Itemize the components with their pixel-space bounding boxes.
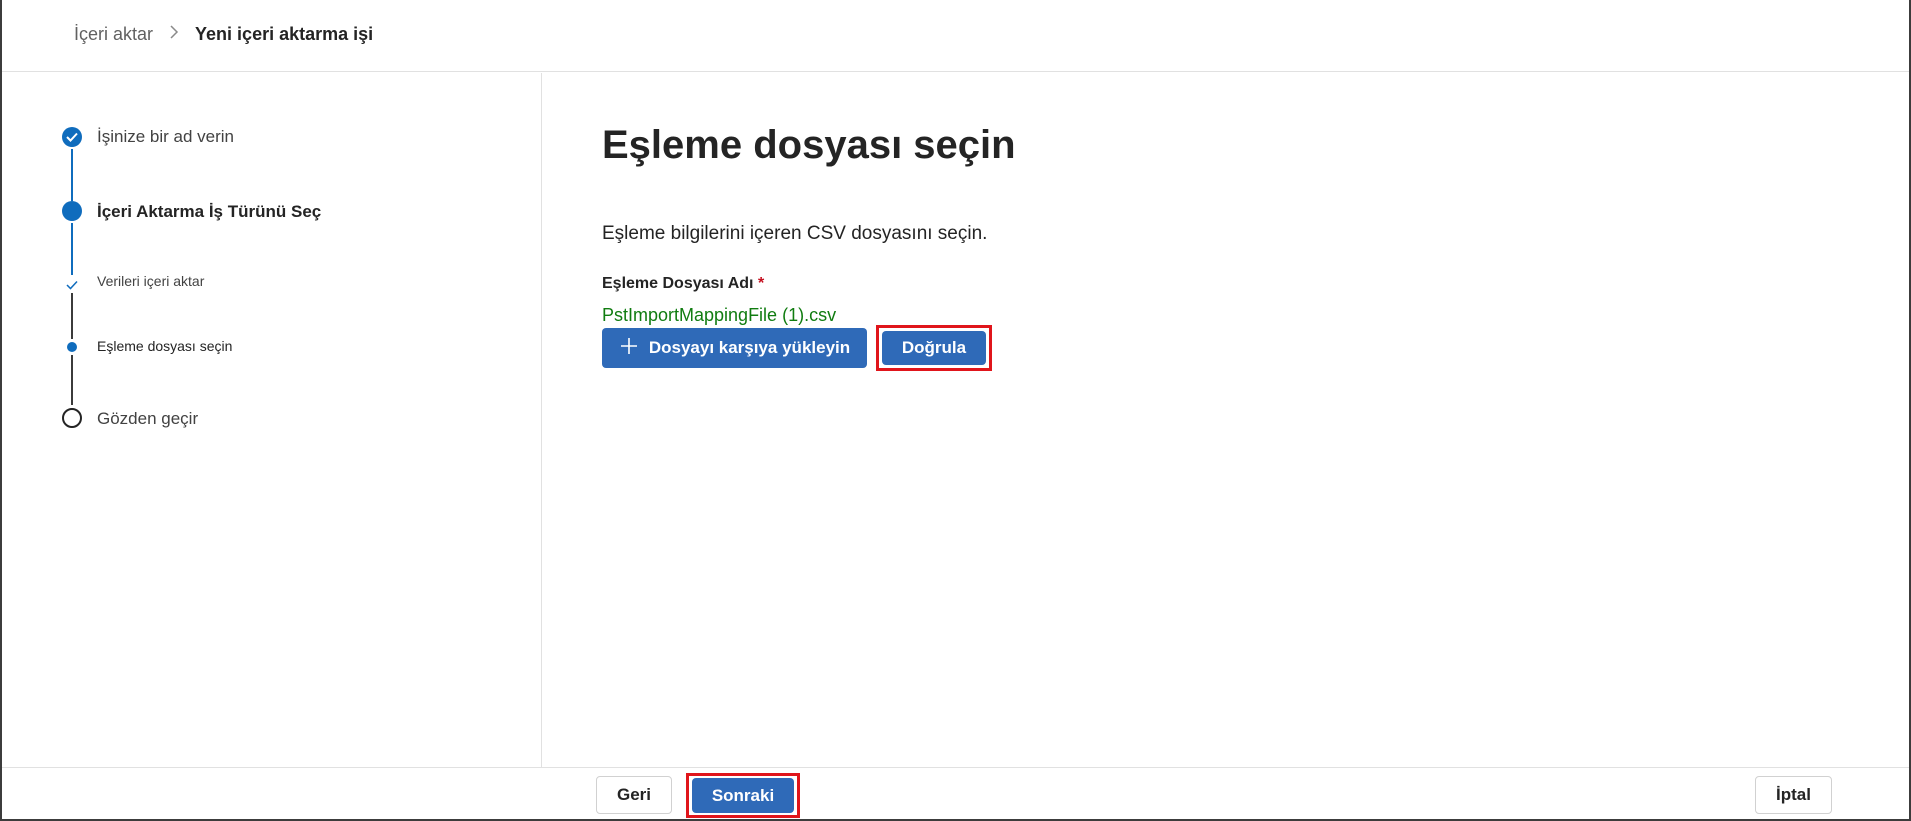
breadcrumb-import-link[interactable]: İçeri aktar xyxy=(74,24,153,45)
breadcrumb-current: Yeni içeri aktarma işi xyxy=(195,24,374,44)
next-button[interactable]: Sonraki xyxy=(692,778,794,813)
page-description: Eşleme bilgilerini içeren CSV dosyasını … xyxy=(602,223,988,244)
step-completed-check-icon xyxy=(62,127,82,147)
page-header: İçeri aktar Yeni içeri aktarma işi xyxy=(2,0,1909,72)
upload-file-button[interactable]: Dosyayı karşıya yükleyin xyxy=(602,328,867,368)
wizard-footer: Geri Sonraki İptal xyxy=(2,767,1909,819)
step-pending-circle-icon xyxy=(62,408,82,428)
validate-button[interactable]: Doğrula xyxy=(882,331,986,365)
wizard-stepper: İşinize bir ad verin İçeri Aktarma İş Tü… xyxy=(2,73,542,767)
step-label-review[interactable]: Gözden geçir xyxy=(97,409,198,429)
field-label-text: Eşleme Dosyası Adı xyxy=(602,275,754,292)
mapping-file-field-label: Eşleme Dosyası Adı * xyxy=(602,275,764,293)
step-connector xyxy=(71,149,73,201)
step-connector xyxy=(71,355,73,405)
page-title: Eşleme dosyası seçin xyxy=(602,123,1016,167)
cancel-button[interactable]: İptal xyxy=(1755,776,1832,814)
substep-current-dot-icon xyxy=(67,342,77,352)
step-label-job-type[interactable]: İçeri Aktarma İş Türünü Seç xyxy=(97,202,321,222)
substep-check-icon xyxy=(65,278,79,290)
required-marker: * xyxy=(757,275,765,292)
uploaded-file-name: PstImportMappingFile (1).csv xyxy=(602,305,837,325)
back-button[interactable]: Geri xyxy=(596,776,672,814)
step-connector xyxy=(71,293,73,339)
upload-file-button-label: Dosyayı karşıya yükleyin xyxy=(648,338,851,357)
step-label-job-name[interactable]: İşinize bir ad verin xyxy=(97,127,234,147)
step-current-dot-icon xyxy=(62,201,82,221)
plus-icon xyxy=(619,333,639,361)
chevron-right-icon xyxy=(169,25,179,44)
substep-label-mapping-file[interactable]: Eşleme dosyası seçin xyxy=(97,338,232,354)
substep-label-import-data[interactable]: Verileri içeri aktar xyxy=(97,273,204,289)
step-connector xyxy=(71,223,73,275)
breadcrumb: İçeri aktar Yeni içeri aktarma işi xyxy=(74,24,373,45)
